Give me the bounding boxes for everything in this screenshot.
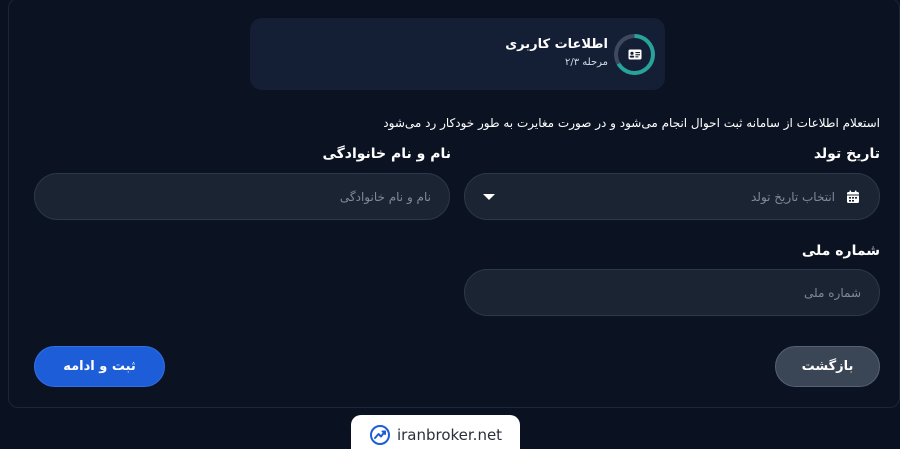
- brand-watermark: iranbroker.net: [351, 415, 520, 449]
- birth-date-input[interactable]: [465, 174, 879, 219]
- full-name-input[interactable]: [35, 174, 449, 219]
- step-subtitle: مرحله ۲/۳: [564, 57, 608, 68]
- full-name-field[interactable]: [34, 173, 450, 220]
- full-name-label: نام و نام خانوادگی: [322, 146, 451, 162]
- calendar-icon: [847, 190, 859, 203]
- brand-name: iranbroker.net: [396, 426, 503, 444]
- birth-date-label: تاریخ تولد: [813, 146, 880, 162]
- submit-continue-button[interactable]: ثبت و ادامه: [34, 346, 165, 387]
- national-id-field[interactable]: [464, 269, 880, 316]
- national-id-input[interactable]: [465, 270, 879, 315]
- step-title: اطلاعات کاربری: [505, 37, 608, 52]
- national-id-label: شماره ملی: [801, 243, 880, 259]
- step-card: [250, 18, 665, 90]
- back-button[interactable]: بازگشت: [775, 346, 880, 387]
- inquiry-notice: استعلام اطلاعات از سامانه ثبت احوال انجا…: [383, 116, 880, 130]
- birth-date-select[interactable]: [464, 173, 880, 220]
- step-progress-ring: [614, 34, 655, 75]
- chart-trend-icon: [369, 425, 390, 445]
- chevron-down-icon[interactable]: [483, 194, 495, 200]
- id-card-icon: [628, 49, 641, 60]
